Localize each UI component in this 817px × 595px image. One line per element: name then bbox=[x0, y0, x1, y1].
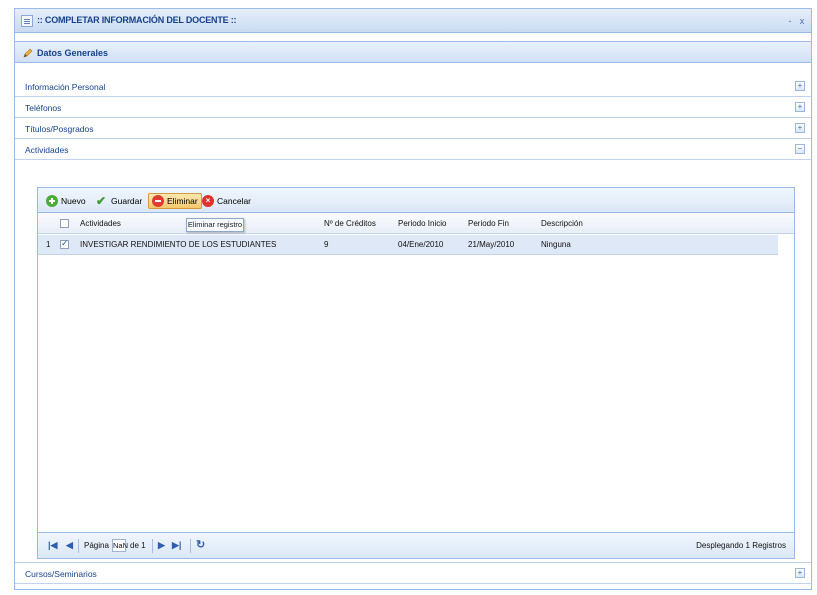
cell-start-date: 04/Ene/2010 bbox=[398, 240, 444, 249]
section-title: Datos Generales bbox=[37, 48, 109, 58]
cancel-icon: × bbox=[202, 195, 214, 207]
expand-icon[interactable]: + bbox=[795, 568, 805, 578]
collapse-icon[interactable]: − bbox=[795, 144, 805, 154]
pager-separator bbox=[190, 539, 191, 553]
delete-button-label: Eliminar bbox=[167, 196, 198, 206]
save-button-label: Guardar bbox=[111, 196, 143, 206]
row-number: 1 bbox=[46, 240, 51, 249]
close-button[interactable]: x bbox=[797, 16, 807, 26]
accordion-item-degrees[interactable]: Títulos/Posgrados + bbox=[15, 118, 811, 139]
pencil-icon bbox=[23, 48, 33, 58]
window-title: :: COMPLETAR INFORMACIÓN DEL DOCENTE :: bbox=[37, 15, 237, 25]
new-button-label: Nuevo bbox=[61, 196, 86, 206]
expand-icon[interactable]: + bbox=[795, 102, 805, 112]
records-display-text: Desplegando 1 Registros bbox=[696, 541, 786, 550]
cell-credits: 9 bbox=[324, 240, 329, 249]
table-row[interactable]: 1 INVESTIGAR RENDIMIENTO DE LOS ESTUDIAN… bbox=[38, 235, 778, 255]
expand-icon[interactable]: + bbox=[795, 123, 805, 133]
page-total-label: de 1 bbox=[130, 541, 146, 550]
cell-description: Ninguna bbox=[541, 240, 571, 249]
select-all-checkbox[interactable] bbox=[60, 219, 69, 228]
new-button[interactable]: Nuevo bbox=[46, 193, 86, 209]
column-header-description[interactable]: Descripción bbox=[541, 219, 583, 228]
pager-separator bbox=[78, 539, 79, 553]
delete-tooltip: Eliminar registro bbox=[186, 218, 244, 232]
last-page-icon[interactable]: ▶| bbox=[172, 540, 181, 551]
accordion-item-activities[interactable]: Actividades − bbox=[15, 139, 811, 160]
cell-end-date: 21/May/2010 bbox=[468, 240, 515, 249]
grid-pager: |◀ ◀ Página NaN de 1 ▶ ▶| ↻ Desplegando … bbox=[38, 532, 794, 558]
refresh-icon[interactable]: ↻ bbox=[196, 538, 205, 551]
grid-toolbar: Nuevo ✔ Guardar Eliminar × Cancelar bbox=[38, 188, 794, 213]
accordion-item-courses[interactable]: Cursos/Seminarios + bbox=[15, 562, 811, 584]
cancel-button[interactable]: × Cancelar bbox=[202, 193, 251, 209]
accordion-label: Información Personal bbox=[25, 82, 106, 92]
page-label: Página bbox=[84, 541, 109, 550]
first-page-icon[interactable]: |◀ bbox=[48, 540, 57, 551]
cancel-button-label: Cancelar bbox=[217, 196, 252, 206]
remove-icon bbox=[152, 195, 164, 207]
accordion-label: Cursos/Seminarios bbox=[25, 569, 97, 579]
pager-separator bbox=[152, 539, 153, 553]
cell-activity: INVESTIGAR RENDIMIENTO DE LOS ESTUDIANTE… bbox=[80, 240, 277, 249]
column-header-start[interactable]: Periodo Inicio bbox=[398, 219, 446, 228]
column-header-end[interactable]: Periodo Fin bbox=[468, 219, 509, 228]
delete-button[interactable]: Eliminar bbox=[148, 193, 202, 209]
accordion-item-personal-info[interactable]: Información Personal + bbox=[15, 76, 811, 97]
expand-icon[interactable]: + bbox=[795, 81, 805, 91]
row-checkbox[interactable] bbox=[60, 238, 69, 249]
accordion-label: Actividades bbox=[25, 145, 69, 155]
checkmark-icon: ✔ bbox=[96, 194, 107, 208]
page-number-input[interactable]: NaN bbox=[112, 539, 128, 552]
general-data-header[interactable]: Datos Generales bbox=[15, 41, 811, 63]
save-button[interactable]: ✔ Guardar bbox=[96, 193, 142, 209]
teacher-info-window: :: COMPLETAR INFORMACIÓN DEL DOCENTE :: … bbox=[14, 8, 812, 590]
column-header-credits[interactable]: Nº de Créditos bbox=[324, 219, 376, 228]
column-header-activities[interactable]: Actividades bbox=[80, 219, 121, 228]
window-icon bbox=[21, 15, 33, 27]
add-icon bbox=[46, 195, 58, 207]
activities-grid-panel: Nuevo ✔ Guardar Eliminar × Cancelar Elim… bbox=[37, 187, 795, 559]
accordion-label: Títulos/Posgrados bbox=[25, 124, 94, 134]
prev-page-icon[interactable]: ◀ bbox=[66, 540, 73, 551]
minimize-button[interactable]: - bbox=[785, 16, 795, 26]
accordion-item-phones[interactable]: Teléfonos + bbox=[15, 97, 811, 118]
next-page-icon[interactable]: ▶ bbox=[158, 540, 165, 551]
window-titlebar[interactable]: :: COMPLETAR INFORMACIÓN DEL DOCENTE :: … bbox=[15, 9, 811, 33]
accordion-label: Teléfonos bbox=[25, 103, 62, 113]
grid-header: Actividades Nº de Créditos Periodo Inici… bbox=[38, 213, 794, 234]
